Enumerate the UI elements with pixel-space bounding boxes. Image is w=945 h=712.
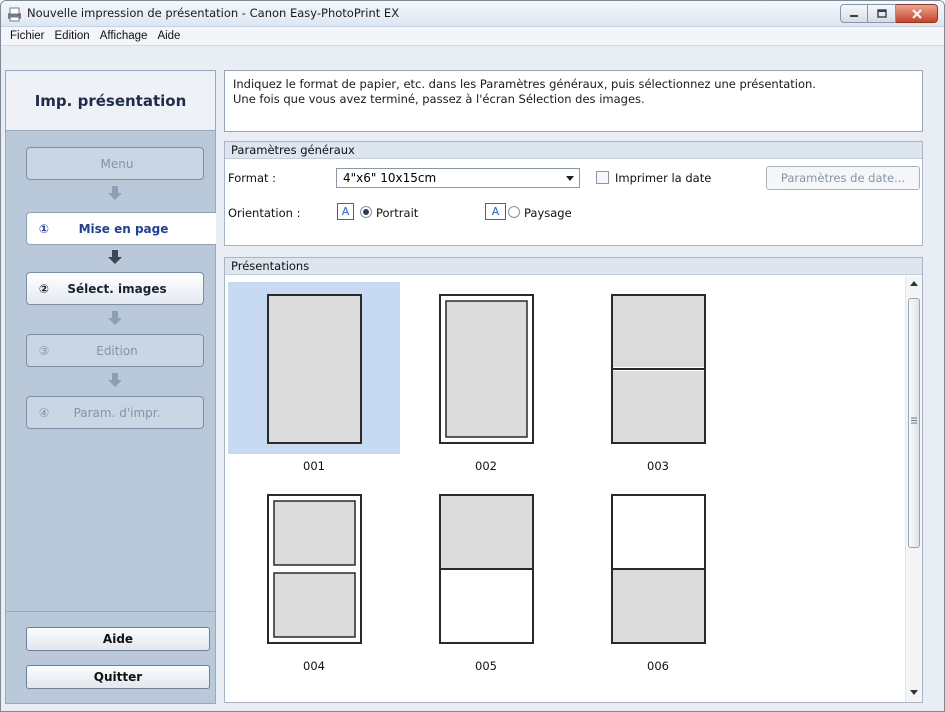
layout-thumbnail bbox=[267, 294, 362, 444]
layout-thumbnail bbox=[267, 494, 362, 644]
step-mise-en-page-button[interactable]: ① Mise en page bbox=[26, 212, 216, 245]
layout-thumbnail bbox=[439, 494, 534, 644]
step-number: ① bbox=[38, 221, 50, 236]
portrait-orientation-icon: A bbox=[337, 203, 354, 220]
close-icon bbox=[911, 8, 922, 19]
layout-item-005[interactable]: 005 bbox=[400, 482, 572, 678]
instructions-box: Indiquez le format de papier, etc. dans … bbox=[224, 70, 923, 132]
grip-icon bbox=[911, 417, 917, 424]
maximize-icon bbox=[876, 9, 887, 18]
step-sidebar: Imp. présentation Menu ① Mise en page ② … bbox=[5, 70, 216, 704]
minimize-icon bbox=[850, 14, 858, 17]
sidebar-title: Imp. présentation bbox=[6, 71, 215, 131]
scroll-up-icon[interactable] bbox=[910, 281, 918, 286]
orientation-label: Orientation : bbox=[228, 206, 301, 220]
scrollbar-thumb[interactable] bbox=[908, 298, 920, 548]
down-arrow-icon bbox=[107, 372, 123, 388]
format-label: Format : bbox=[228, 171, 277, 185]
window-title: Nouvelle impression de présentation - Ca… bbox=[27, 6, 400, 20]
step-label: Sélect. images bbox=[67, 281, 167, 296]
down-arrow-icon bbox=[107, 310, 123, 326]
scroll-down-icon[interactable] bbox=[910, 690, 918, 695]
step-label: Mise en page bbox=[78, 221, 169, 236]
step-select-images-button[interactable]: ② Sélect. images bbox=[26, 272, 204, 305]
general-settings-panel: Paramètres généraux Format : 4"x6" 10x15… bbox=[224, 141, 923, 246]
date-settings-button[interactable]: Paramètres de date... bbox=[766, 166, 920, 190]
step-print-settings-button[interactable]: ④ Param. d'impr. bbox=[26, 396, 204, 429]
chevron-down-icon bbox=[566, 176, 574, 181]
step-label: Param. d'impr. bbox=[73, 405, 161, 420]
layout-label: 002 bbox=[475, 459, 497, 473]
step-menu-button[interactable]: Menu bbox=[26, 147, 204, 180]
close-button[interactable] bbox=[896, 4, 938, 23]
step-number: ② bbox=[38, 281, 50, 296]
presentations-header: Présentations bbox=[225, 258, 922, 275]
title-bar: Nouvelle impression de présentation - Ca… bbox=[1, 1, 944, 27]
paper-format-select[interactable]: 4"x6" 10x15cm bbox=[336, 168, 580, 188]
print-date-checkbox[interactable] bbox=[596, 171, 609, 184]
help-button[interactable]: Aide bbox=[26, 627, 210, 651]
presentations-panel: Présentations 001 002 003 004 005 006 bbox=[224, 257, 923, 703]
instruction-line: Indiquez le format de papier, etc. dans … bbox=[233, 77, 816, 91]
menu-bar: Fichier Edition Affichage Aide bbox=[1, 27, 944, 46]
portrait-radio[interactable] bbox=[360, 206, 372, 218]
window-controls bbox=[840, 4, 938, 23]
menu-edition[interactable]: Edition bbox=[50, 30, 95, 42]
step-label: Menu bbox=[100, 156, 134, 171]
menu-affichage[interactable]: Affichage bbox=[95, 30, 153, 42]
general-settings-header: Paramètres généraux bbox=[225, 142, 922, 159]
landscape-label: Paysage bbox=[524, 206, 572, 220]
layout-thumbnail bbox=[439, 294, 534, 444]
step-edition-button[interactable]: ③ Edition bbox=[26, 334, 204, 367]
step-number: ④ bbox=[38, 405, 50, 420]
landscape-radio[interactable] bbox=[508, 206, 520, 218]
menu-aide[interactable]: Aide bbox=[152, 30, 185, 42]
layout-item-004[interactable]: 004 bbox=[228, 482, 400, 678]
vertical-scrollbar[interactable] bbox=[905, 276, 922, 702]
maximize-button[interactable] bbox=[868, 4, 896, 23]
down-arrow-icon bbox=[107, 249, 123, 265]
layout-item-006[interactable]: 006 bbox=[572, 482, 744, 678]
step-number: ③ bbox=[38, 343, 50, 358]
quit-button[interactable]: Quitter bbox=[26, 665, 210, 689]
landscape-orientation-icon: A bbox=[485, 203, 506, 220]
minimize-button[interactable] bbox=[840, 4, 868, 23]
printer-app-icon bbox=[8, 7, 21, 22]
app-window: Nouvelle impression de présentation - Ca… bbox=[0, 0, 945, 712]
layout-label: 004 bbox=[303, 659, 325, 673]
layout-label: 003 bbox=[647, 459, 669, 473]
layout-label: 006 bbox=[647, 659, 669, 673]
layout-thumbnail bbox=[611, 494, 706, 644]
layout-item-001[interactable]: 001 bbox=[228, 282, 400, 478]
layout-item-003[interactable]: 003 bbox=[572, 282, 744, 478]
sidebar-divider bbox=[6, 611, 215, 612]
menu-fichier[interactable]: Fichier bbox=[5, 30, 50, 42]
layout-item-002[interactable]: 002 bbox=[400, 282, 572, 478]
paper-format-value: 4"x6" 10x15cm bbox=[343, 171, 437, 185]
layout-thumbnail bbox=[611, 294, 706, 444]
down-arrow-icon bbox=[107, 185, 123, 201]
step-label: Edition bbox=[96, 343, 138, 358]
layout-label: 001 bbox=[303, 459, 325, 473]
instruction-line: Une fois que vous avez terminé, passez à… bbox=[233, 92, 645, 106]
portrait-label: Portrait bbox=[376, 206, 419, 220]
layout-label: 005 bbox=[475, 659, 497, 673]
print-date-label: Imprimer la date bbox=[615, 171, 712, 185]
